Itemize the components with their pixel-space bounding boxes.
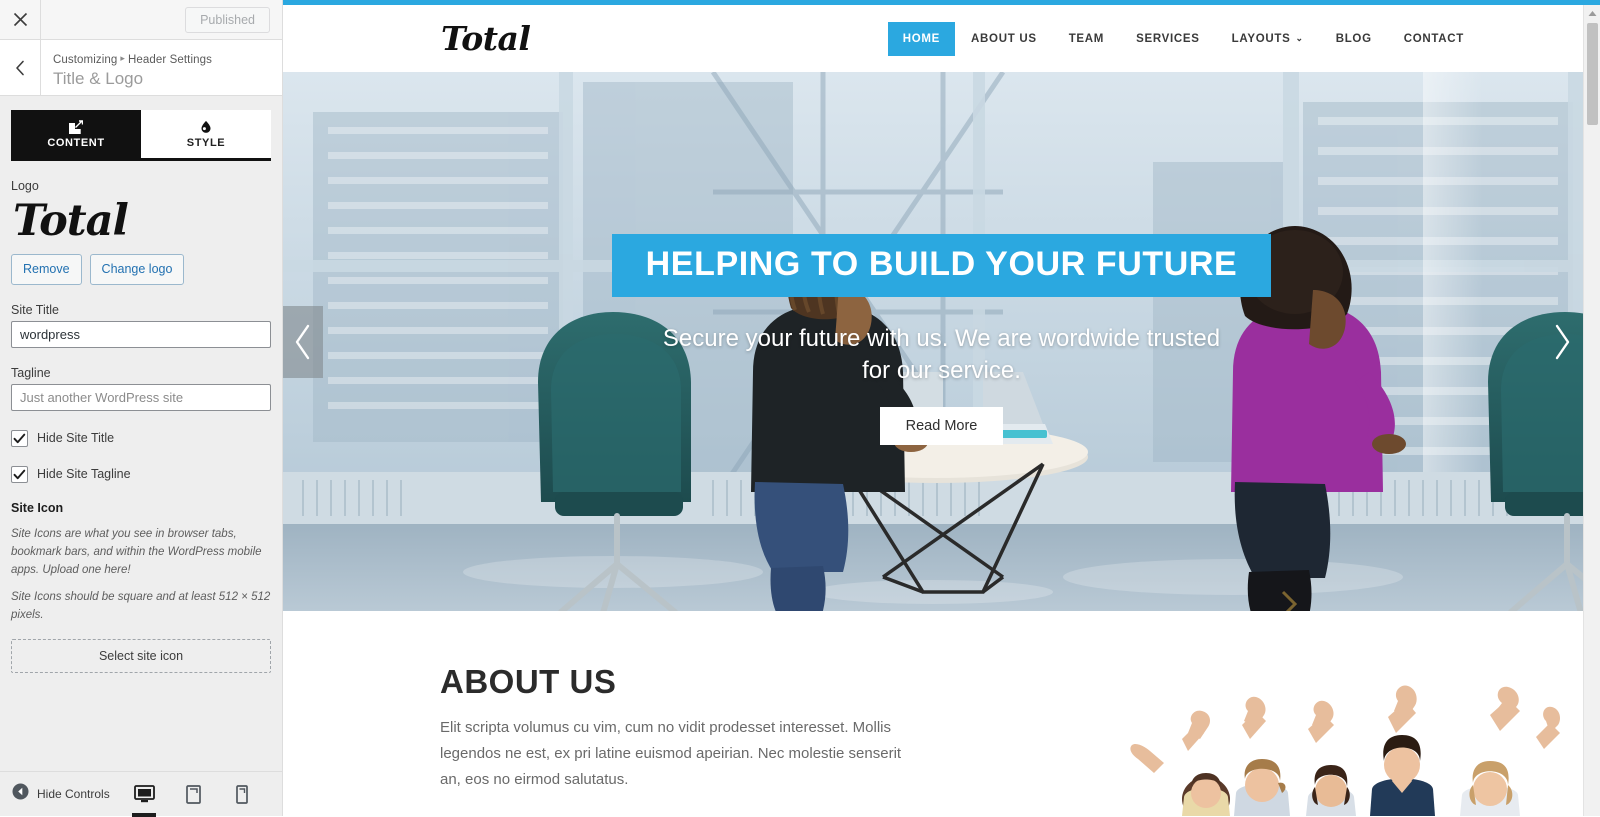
hero-title: HELPING TO BUILD YOUR FUTURE [611,234,1272,297]
nav-item-layouts[interactable]: LAYOUTS ⌄ [1216,24,1320,54]
preview-scrollbar[interactable] [1583,5,1600,816]
panel-title-box: Customizing ▸ Header Settings Title & Logo [41,40,212,95]
hide-site-tagline-checkbox[interactable] [11,465,28,483]
site-icon-description-2: Site Icons should be square and at least… [11,591,271,622]
publish-button[interactable]: Published [185,6,270,33]
nav-item-services[interactable]: SERVICES [1120,24,1216,54]
nav-item-blog[interactable]: BLOG [1320,24,1388,54]
nav-item-services-label: SERVICES [1136,32,1200,45]
chevron-left-icon [295,324,310,359]
customizer-footer: Hide Controls [0,771,282,817]
change-logo-button[interactable]: Change logo [89,254,185,285]
content-style-tabs: CONTENT STYLE [11,110,271,161]
hero-subtitle: Secure your future with us. We are wordw… [662,325,1221,384]
hide-site-title-label: Hide Site Title [37,431,115,446]
scrollbar-thumb[interactable] [1587,23,1598,125]
slider-prev-button[interactable] [283,305,323,378]
page-title: Title & Logo [53,69,144,88]
hide-site-title-checkbox[interactable] [11,429,28,447]
logo-button-row: Remove Change logo [11,254,271,285]
nav-item-about-us[interactable]: ABOUT US [955,24,1053,54]
slider-next-button[interactable] [1542,306,1582,378]
tab-content[interactable]: CONTENT [11,110,141,158]
hide-controls-button[interactable]: Hide Controls [12,783,110,805]
hide-site-title-row[interactable]: Hide Site Title [11,429,271,447]
customizer-panel-header: Customizing ▸ Header Settings Title & Logo [0,40,282,96]
tab-style[interactable]: STYLE [141,110,271,158]
nav-item-home[interactable]: HOME [887,21,956,56]
nav-item-layouts-label: LAYOUTS [1231,32,1291,45]
tab-content-label: CONTENT [47,137,105,149]
site-preview: Total HOME ABOUT US TEAM SERVICES LAYOUT… [283,0,1600,816]
hide-controls-label: Hide Controls [37,787,110,801]
hide-site-tagline-label: Hide Site Tagline [37,467,131,482]
site-title-input[interactable] [11,320,271,348]
about-paragraph-1: Elit scripta volumus cu vim, cum no vidi… [440,719,902,788]
title-logo-controls: Logo Total Remove Change logo Site Title… [0,179,282,673]
about-section: ABOUT US Elit scripta volumus cu vim, cu… [283,611,1600,816]
site-navigation: Total HOME ABOUT US TEAM SERVICES LAYOUT… [283,5,1600,72]
scrollbar-up-arrow-icon[interactable] [1584,5,1600,21]
logo-label: Logo [11,179,39,193]
tab-style-label: STYLE [186,137,226,149]
site-menu: HOME ABOUT US TEAM SERVICES LAYOUTS ⌄ BL… [887,21,1480,56]
hero-slider: HELPING TO BUILD YOUR FUTURE Secure your… [283,72,1600,611]
tagline-label: Tagline [11,365,51,380]
breadcrumb: Customizing ▸ Header Settings [53,53,212,66]
customizer-body: CONTENT STYLE Logo Total Remove Change l… [0,96,282,771]
nav-item-team[interactable]: TEAM [1053,24,1120,54]
site-title-label: Site Title [11,302,59,317]
about-paragraph-2: Pro mucius everti ponderum at, vix reque… [440,811,913,816]
nav-item-contact-label: CONTACT [1403,32,1464,45]
hide-site-tagline-row[interactable]: Hide Site Tagline [11,465,271,483]
device-preview-switcher [129,772,270,817]
hero-content: HELPING TO BUILD YOUR FUTURE Secure your… [283,72,1600,611]
chevron-left-icon[interactable] [0,40,41,95]
nav-item-home-label: HOME [902,32,941,45]
desktop-icon[interactable] [129,772,159,817]
about-title: ABOUT US [440,663,617,700]
select-site-icon-button[interactable]: Select site icon [11,638,271,673]
celebrating-people-photo [1130,681,1600,816]
about-image [1130,681,1600,816]
nav-item-team-label: TEAM [1068,32,1105,45]
about-text-column: ABOUT US Elit scripta volumus cu vim, cu… [283,663,913,816]
close-icon[interactable] [0,0,41,39]
remove-logo-button[interactable]: Remove [11,254,82,285]
site-icon-label: Site Icon [11,500,64,515]
breadcrumb-root: Customizing [53,54,118,66]
hero-read-more-button[interactable]: Read More [879,406,1004,445]
customizer-topbar: Published [0,0,282,40]
collapse-arrow-icon [12,783,29,805]
chevron-right-icon [1555,324,1570,359]
edit-pencil-icon [69,119,83,134]
nav-item-contact[interactable]: CONTACT [1388,24,1480,54]
site-icon-description-1: Site Icons are what you see in browser t… [11,527,262,576]
chevron-down-icon: ⌄ [1295,33,1304,43]
logo-preview: Total [13,196,129,246]
tablet-icon[interactable] [178,772,208,816]
nav-item-about-us-label: ABOUT US [971,32,1037,45]
nav-item-blog-label: BLOG [1335,32,1372,45]
breadcrumb-separator: ▸ [120,53,125,63]
breadcrumb-parent: Header Settings [128,54,212,66]
site-logo[interactable]: Total [441,19,531,58]
tagline-input[interactable] [11,383,271,411]
mobile-icon[interactable] [227,772,257,816]
paint-drop-icon [199,119,213,134]
customizer-sidebar: Published Customizing ▸ Header Settings Ti… [0,0,283,817]
